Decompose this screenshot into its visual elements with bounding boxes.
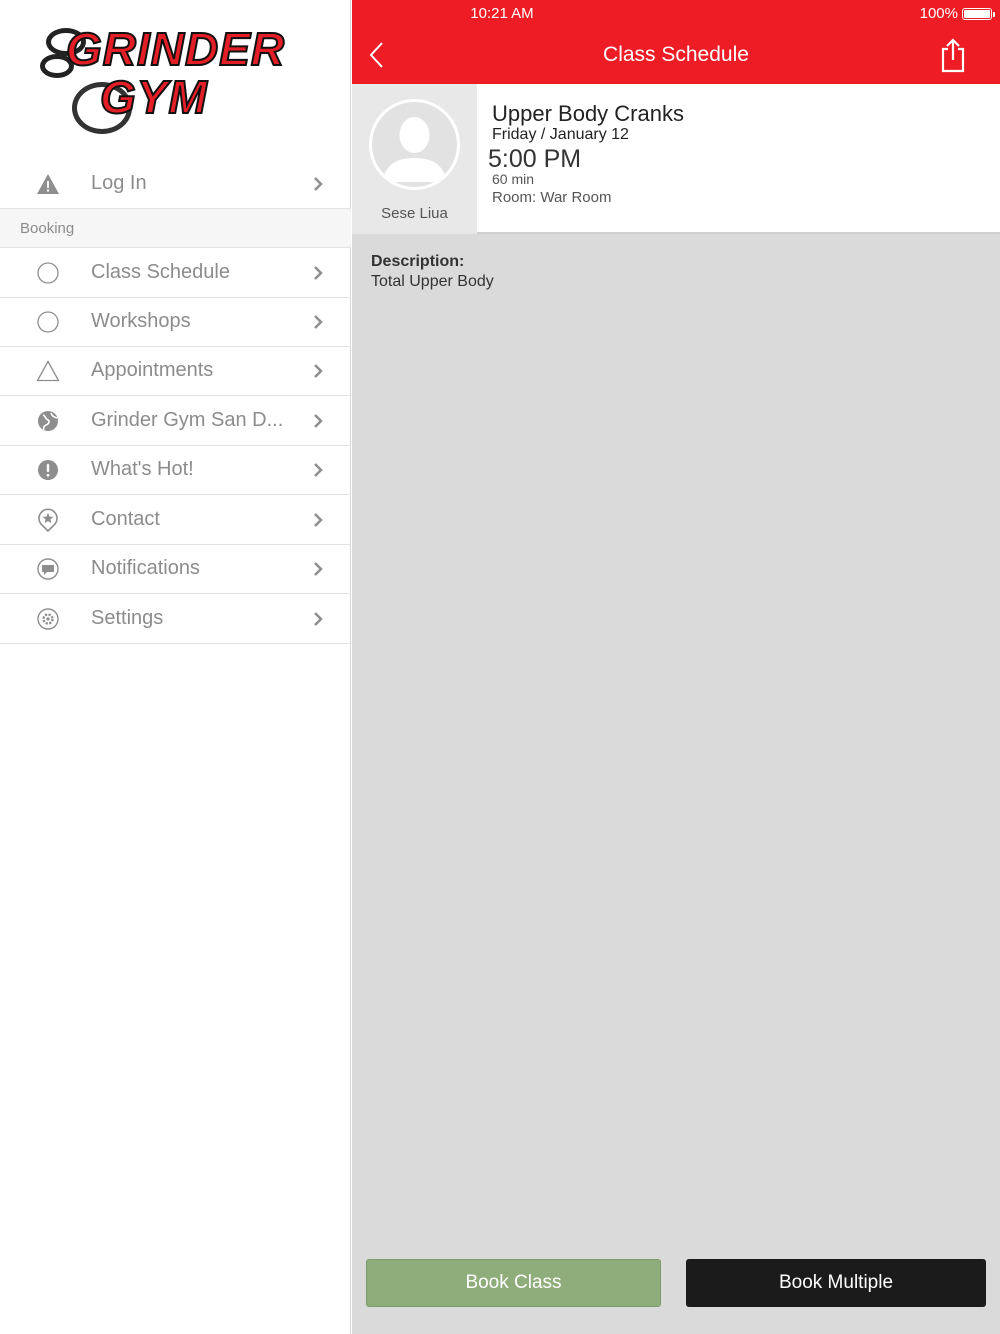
class-detail-card: Sese Liua Upper Body Cranks Friday / Jan… (352, 84, 1000, 234)
description-label: Description: (371, 253, 465, 270)
sidebar-item-label: Settings (91, 607, 164, 629)
sidebar-item-class-schedule[interactable]: Class Schedule (0, 248, 351, 298)
battery-icon (962, 7, 995, 20)
class-duration: 60 min (492, 171, 535, 187)
sidebar-item-label: Log In (91, 172, 147, 194)
warning-icon (36, 172, 60, 196)
sidebar-item-whats-hot[interactable]: What's Hot! (0, 445, 351, 495)
circle-icon (36, 261, 60, 285)
chevron-right-icon (314, 265, 323, 280)
circle-icon (36, 310, 60, 334)
avatar (369, 99, 460, 190)
book-multiple-button[interactable]: Book Multiple (686, 1259, 986, 1307)
chevron-right-icon (314, 413, 323, 428)
logo-line-2: GYM (99, 70, 208, 124)
gear-icon (36, 607, 60, 631)
sidebar-item-label: What's Hot! (91, 458, 194, 480)
battery-percent: 100% (919, 5, 958, 22)
location-pin-icon (36, 508, 60, 532)
status-time: 10:21 AM (470, 5, 534, 22)
class-room: Room: War Room (492, 189, 612, 206)
sidebar-item-notifications[interactable]: Notifications (0, 544, 351, 594)
main-panel: 10:21 AM 100% Class Schedule Sese Liua U… (352, 0, 1000, 1334)
sidebar-item-label: Contact (91, 508, 160, 530)
sidebar-item-workshops[interactable]: Workshops (0, 297, 351, 347)
sidebar: GRINDER GYM Log In Booking Class Schedul… (0, 0, 351, 1334)
sidebar-item-settings[interactable]: Settings (0, 594, 351, 644)
chevron-right-icon (314, 611, 323, 626)
navigation-bar: 10:21 AM 100% Class Schedule (352, 0, 1000, 84)
battery-fill (964, 9, 990, 18)
triangle-icon (36, 359, 60, 383)
chat-bubble-icon (36, 557, 60, 581)
chevron-right-icon (314, 512, 323, 527)
section-header-booking: Booking (0, 209, 351, 248)
exclamation-icon (36, 458, 60, 482)
globe-icon (36, 409, 60, 433)
chevron-right-icon (314, 462, 323, 477)
description-text: Total Upper Body (371, 273, 494, 290)
book-class-button[interactable]: Book Class (366, 1259, 661, 1307)
instructor-name: Sese Liua (381, 205, 448, 222)
sidebar-item-login[interactable]: Log In (0, 159, 351, 209)
chevron-right-icon (314, 363, 323, 378)
grinder-gym-logo: GRINDER GYM (36, 14, 316, 144)
instructor-panel[interactable]: Sese Liua (352, 84, 477, 234)
logo-line-1: GRINDER (65, 22, 286, 76)
status-battery: 100% (919, 5, 995, 22)
chevron-right-icon (314, 176, 323, 191)
share-icon[interactable] (938, 37, 968, 73)
section-header-label: Booking (20, 220, 75, 237)
person-silhouette-icon (382, 117, 447, 182)
sidebar-item-appointments[interactable]: Appointments (0, 346, 351, 396)
app-root: GRINDER GYM Log In Booking Class Schedul… (0, 0, 1000, 1334)
sidebar-item-label: Workshops (91, 310, 191, 332)
sidebar-item-contact[interactable]: Contact (0, 495, 351, 545)
sidebar-item-label: Grinder Gym San D... (91, 409, 284, 431)
sidebar-item-label: Appointments (91, 359, 214, 381)
page-title: Class Schedule (603, 43, 749, 66)
sidebar-item-label: Notifications (91, 557, 200, 579)
class-time: 5:00 PM (488, 145, 582, 173)
chevron-right-icon (314, 314, 323, 329)
chevron-right-icon (314, 561, 323, 576)
class-date: Friday / January 12 (492, 126, 629, 143)
sidebar-item-grinder-gym-san-diego[interactable]: Grinder Gym San D... (0, 396, 351, 446)
class-title: Upper Body Cranks (492, 101, 684, 126)
sidebar-item-label: Class Schedule (91, 261, 230, 283)
